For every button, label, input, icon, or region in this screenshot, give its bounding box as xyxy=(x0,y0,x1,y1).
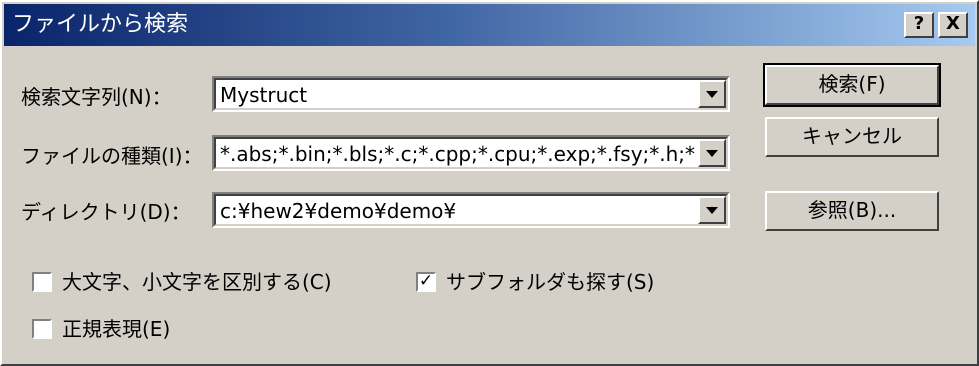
regex-checkbox[interactable] xyxy=(32,319,52,339)
match-case-label[interactable]: 大文字、小文字を区別する(C) xyxy=(62,269,332,295)
window-title: ファイルから検索 xyxy=(12,12,189,37)
directory-dropdown-icon[interactable] xyxy=(698,196,726,224)
file-types-dropdown-icon[interactable] xyxy=(698,139,726,167)
search-button[interactable]: 検索(F) xyxy=(763,63,941,107)
title-bar[interactable]: ファイルから検索 ? X xyxy=(4,4,975,46)
file-types-label: ファイルの種類(I)： xyxy=(21,144,203,168)
browse-button[interactable]: 参照(B)... xyxy=(765,191,939,231)
search-subfolders-label[interactable]: サブフォルダも探す(S) xyxy=(446,269,654,295)
close-button[interactable]: X xyxy=(938,12,968,38)
search-string-combo[interactable]: Mystruct xyxy=(212,76,730,112)
directory-combo[interactable]: c:¥hew2¥demo¥demo¥ xyxy=(212,192,730,228)
file-types-combo[interactable]: *.abs;*.bin;*.bls;*.c;*.cpp;*.cpu;*.exp;… xyxy=(212,135,730,171)
checkmark-icon: ✓ xyxy=(418,271,434,291)
directory-label: ディレクトリ(D)： xyxy=(21,200,191,224)
match-case-checkbox[interactable] xyxy=(32,272,52,292)
find-in-files-dialog: ファイルから検索 ? X 検索文字列(N)： Mystruct ファイルの種類(… xyxy=(0,0,979,366)
regex-label[interactable]: 正規表現(E) xyxy=(62,316,170,342)
help-button[interactable]: ? xyxy=(904,12,934,38)
cancel-button[interactable]: キャンセル xyxy=(765,117,939,157)
search-string-input[interactable]: Mystruct xyxy=(220,83,696,107)
search-string-dropdown-icon[interactable] xyxy=(698,80,726,108)
file-types-input[interactable]: *.abs;*.bin;*.bls;*.c;*.cpp;*.cpu;*.exp;… xyxy=(220,142,696,166)
directory-input[interactable]: c:¥hew2¥demo¥demo¥ xyxy=(220,199,696,223)
search-subfolders-checkbox[interactable]: ✓ xyxy=(416,271,436,292)
search-string-label: 検索文字列(N)： xyxy=(21,85,172,109)
